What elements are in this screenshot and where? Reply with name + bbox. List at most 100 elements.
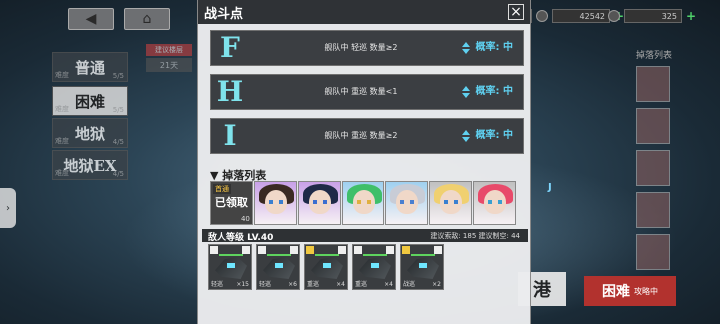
enemy-count: ×2 xyxy=(432,281,441,288)
difficulty-hell[interactable]: 地狱 难度 4/5 xyxy=(52,118,128,148)
hard-mode-label: 困难 xyxy=(602,284,630,300)
claimed-level: 40 xyxy=(240,215,250,223)
map-node-marker[interactable]: J xyxy=(548,182,552,193)
node-letter: H xyxy=(216,75,244,108)
weapon-icon xyxy=(386,246,394,254)
drop-card-row: 首通 已领取 40 xyxy=(210,181,517,225)
right-drop-card[interactable] xyxy=(636,108,670,144)
character-eyes xyxy=(444,200,459,204)
enemy-row: 轻巡 ×15 轻巡 ×6 重巡 ×4 重巡 ×4 战巡 ×2 xyxy=(208,244,448,290)
hp-bar xyxy=(363,254,387,256)
hp-bar xyxy=(315,254,339,256)
right-drop-card[interactable] xyxy=(636,150,670,186)
difficulty-count: 4/5 xyxy=(112,170,124,178)
drop-card[interactable] xyxy=(253,181,297,225)
home-button[interactable]: ⌂ xyxy=(124,8,170,30)
enemy-ship[interactable]: 轻巡 ×15 xyxy=(208,244,252,290)
difficulty-hell-ex[interactable]: 地狱EX 难度 4/5 xyxy=(52,150,128,180)
resource-diamond: 325 + xyxy=(608,8,696,24)
add-diamond-button[interactable]: + xyxy=(686,9,696,23)
weapon-icon xyxy=(434,246,442,254)
chevron-right-icon: › xyxy=(6,202,10,214)
enemy-info-bar: 敌人等级 LV.40 建议索敌: 185 建议制空: 44 xyxy=(202,229,528,243)
dialog-title: 战斗点 xyxy=(204,7,244,22)
drop-card[interactable] xyxy=(473,181,517,225)
drop-card[interactable] xyxy=(297,181,341,225)
rank-icon xyxy=(354,246,362,254)
difficulty-sub: 难度 xyxy=(55,71,69,79)
difficulty-count: 5/5 xyxy=(112,106,124,114)
side-drawer-tab[interactable]: › xyxy=(0,188,16,228)
node-probability: 概率: 中 xyxy=(459,75,513,109)
recommendation: 建议索敌: 185 建议制空: 44 xyxy=(430,232,520,240)
enemy-type: 战巡 xyxy=(403,281,416,288)
enemy-level: 敌人等级 LV.40 xyxy=(208,233,274,243)
hard-mode-button[interactable]: 困难 攻略中 xyxy=(584,276,676,306)
right-drop-title: 掉落列表 xyxy=(635,51,672,61)
resource-value: 42542 xyxy=(552,9,610,23)
right-drop-card[interactable] xyxy=(636,192,670,228)
enemy-ship-image xyxy=(263,257,295,279)
node-condition: 舰队中 重巡 数量≥2 xyxy=(324,131,398,140)
difficulty-label: 普通 xyxy=(74,58,105,77)
enemy-ship-image xyxy=(311,257,343,279)
difficulty-sub: 难度 xyxy=(55,137,69,145)
floor-value: 21天 xyxy=(146,58,192,72)
hard-mode-sub: 攻略中 xyxy=(634,286,658,296)
right-drop-card[interactable] xyxy=(636,234,670,270)
drop-card[interactable] xyxy=(341,181,385,225)
diamond-icon xyxy=(608,10,620,22)
difficulty-normal[interactable]: 普通 难度 5/5 xyxy=(52,52,128,82)
character-eyes xyxy=(356,200,371,204)
difficulty-label: 地狱 xyxy=(74,124,105,143)
enemy-ship[interactable]: 战巡 ×2 xyxy=(400,244,444,290)
enemy-type: 轻巡 xyxy=(211,281,224,288)
enemy-type: 轻巡 xyxy=(259,281,272,288)
enemy-count: ×6 xyxy=(288,281,297,288)
character-eyes xyxy=(268,200,283,204)
node-row-f: F 舰队中 轻巡 数量≥2 概率: 中 xyxy=(210,30,524,66)
rank-icon xyxy=(258,246,266,254)
difficulty-sub: 难度 xyxy=(55,105,69,113)
enemy-ship-image xyxy=(407,257,439,279)
node-letter: F xyxy=(220,31,240,64)
weapon-icon xyxy=(242,246,250,254)
enemy-ship[interactable]: 重巡 ×4 xyxy=(304,244,348,290)
probability-icon xyxy=(461,86,470,98)
rank-icon xyxy=(402,246,410,254)
difficulty-hard[interactable]: 困难 难度 5/5 xyxy=(52,86,128,116)
enemy-count: ×15 xyxy=(236,281,249,288)
node-condition: 舰队中 轻巡 数量≥2 xyxy=(324,43,398,52)
enemy-count: ×4 xyxy=(384,281,393,288)
probability-icon xyxy=(461,130,470,142)
character-eyes xyxy=(488,200,503,204)
probability-text: 概率: 中 xyxy=(475,86,513,97)
hp-bar xyxy=(219,254,243,256)
coin-icon xyxy=(536,10,548,22)
node-letter: I xyxy=(223,119,237,152)
dialog-header: 战斗点 × xyxy=(198,0,530,24)
weapon-icon xyxy=(290,246,298,254)
battle-point-dialog: 战斗点 × F 舰队中 轻巡 数量≥2 概率: 中 H 舰队中 重巡 数量<1 … xyxy=(197,0,531,324)
probability-text: 概率: 中 xyxy=(475,42,513,53)
enemy-ship-glow xyxy=(323,263,331,268)
right-drop-card[interactable] xyxy=(636,66,670,102)
hp-bar xyxy=(267,254,291,256)
enemy-ship[interactable]: 轻巡 ×6 xyxy=(256,244,300,290)
enemy-ship[interactable]: 重巡 ×4 xyxy=(352,244,396,290)
enemy-ship-glow xyxy=(419,263,427,268)
enemy-type: 重巡 xyxy=(355,281,368,288)
difficulty-sub: 难度 xyxy=(55,169,69,177)
close-button[interactable]: × xyxy=(508,4,524,20)
drop-card-claimed[interactable]: 首通 已领取 40 xyxy=(210,181,253,225)
enemy-ship-glow xyxy=(227,263,235,268)
drop-card[interactable] xyxy=(429,181,473,225)
close-icon: × xyxy=(510,4,522,20)
drop-card[interactable] xyxy=(385,181,429,225)
weapon-icon xyxy=(338,246,346,254)
probability-icon xyxy=(461,42,470,54)
back-button[interactable]: ◀ xyxy=(68,8,114,30)
difficulty-label: 困难 xyxy=(74,92,105,111)
character-eyes xyxy=(400,200,415,204)
hp-bar xyxy=(411,254,435,256)
